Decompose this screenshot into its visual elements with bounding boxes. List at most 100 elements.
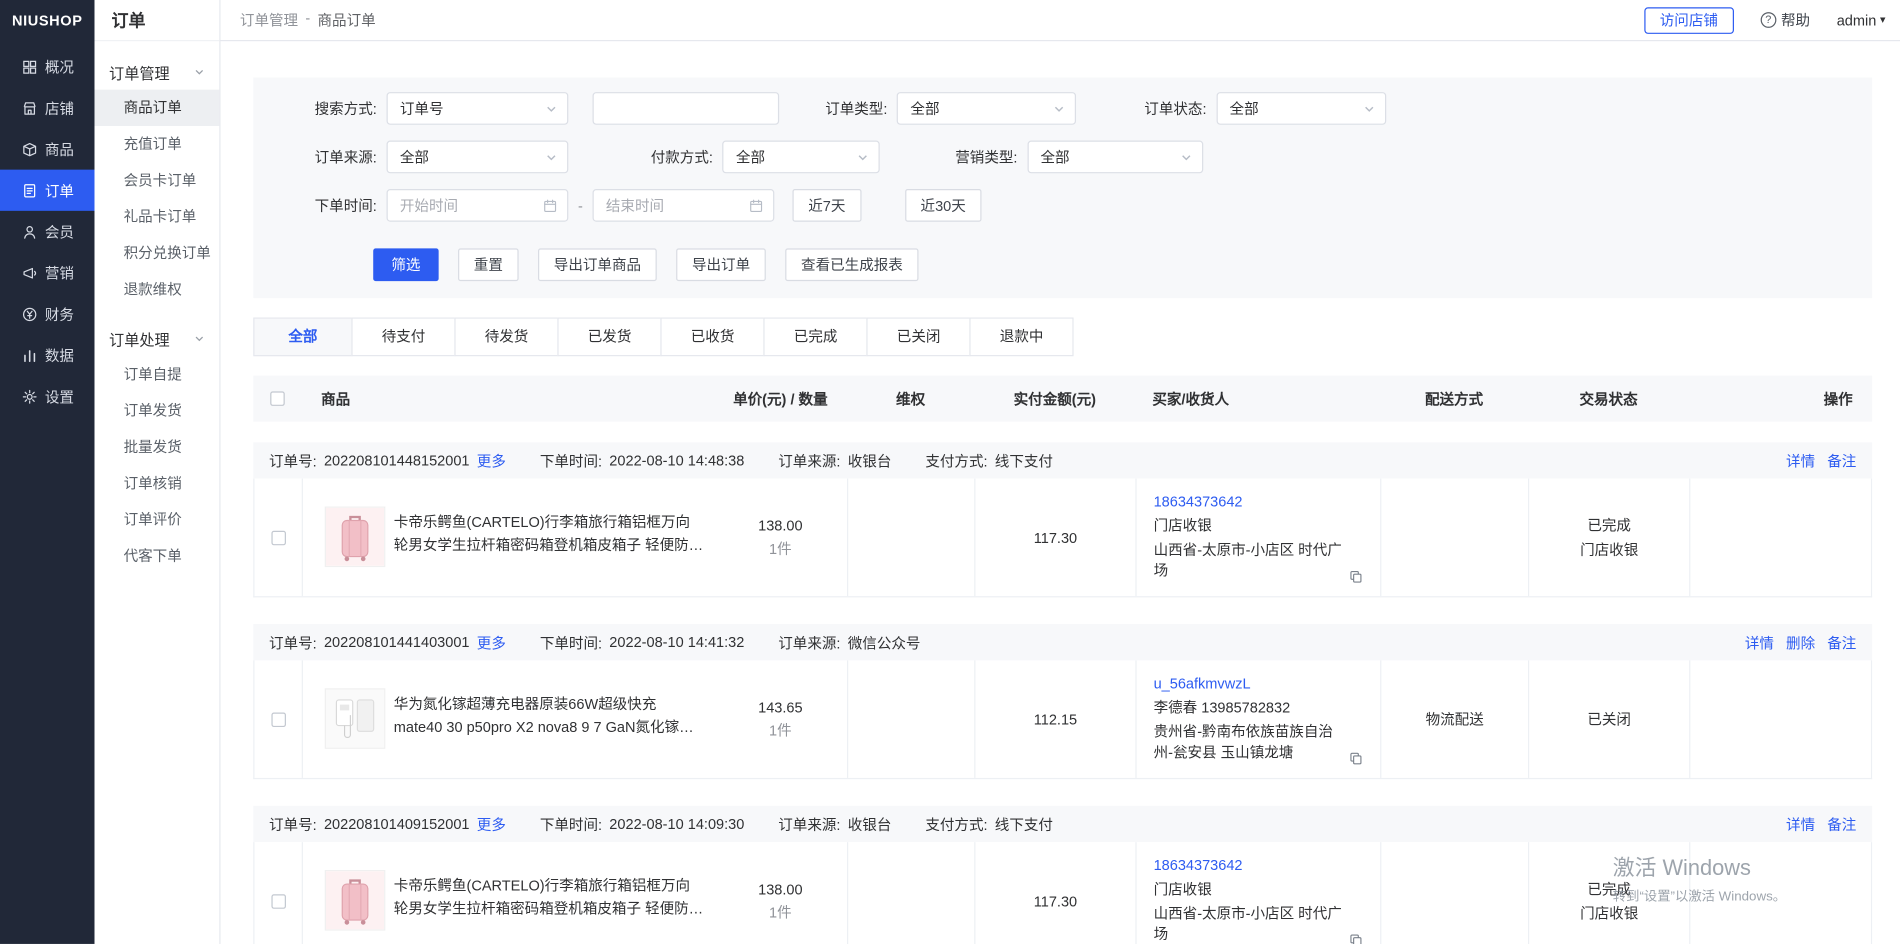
delivery-method: 物流配送: [1381, 660, 1529, 778]
export-order-goods-button[interactable]: 导出订单商品: [538, 248, 657, 281]
row-checkbox[interactable]: [271, 894, 286, 909]
sidebar-item-orders[interactable]: 订单: [0, 170, 95, 211]
detail-link[interactable]: 详情: [1745, 632, 1774, 653]
tab-refunding[interactable]: 退款中: [970, 317, 1074, 356]
sidebar-item-finance[interactable]: 财务: [0, 293, 95, 334]
order-status-select[interactable]: 全部: [1216, 92, 1386, 125]
tab-all[interactable]: 全部: [253, 317, 352, 356]
row-checkbox[interactable]: [271, 712, 286, 727]
keyword-input[interactable]: [593, 92, 780, 125]
order-time: 2022-08-10 14:41:32: [609, 634, 744, 651]
sidebar-item-label: 营销: [45, 262, 74, 283]
more-link[interactable]: 更多: [477, 450, 506, 471]
order-status-label: 订单状态:: [1144, 98, 1206, 119]
data-icon: [22, 347, 38, 363]
sidebar-item-goods[interactable]: 商品: [0, 128, 95, 169]
buyer-account-link[interactable]: u_56afkmvwzL: [1154, 674, 1349, 695]
visit-store-button[interactable]: 访问店铺: [1644, 7, 1734, 34]
submenu-item-order-delivery[interactable]: 订单发货: [95, 393, 220, 429]
submenu-item-order-pickup[interactable]: 订单自提: [95, 356, 220, 392]
submenu-item-order-review[interactable]: 订单评价: [95, 502, 220, 538]
remark-link[interactable]: 备注: [1827, 450, 1856, 471]
chevron-down-icon: [1363, 102, 1375, 114]
row-checkbox[interactable]: [271, 530, 286, 545]
order-type-select[interactable]: 全部: [897, 92, 1076, 125]
breadcrumb-section[interactable]: 订单管理: [240, 10, 298, 31]
submenu-group-order-management[interactable]: 订单管理: [95, 53, 220, 89]
submenu-item-gift-card-orders[interactable]: 礼品卡订单: [95, 199, 220, 235]
chevron-down-icon: [1053, 102, 1065, 114]
col-refund: 维权: [847, 388, 974, 409]
order-source-select[interactable]: 全部: [387, 141, 569, 174]
submenu-item-member-card-orders[interactable]: 会员卡订单: [95, 162, 220, 198]
trade-status-line: 门店收银: [1580, 539, 1638, 560]
copy-icon[interactable]: [1349, 933, 1364, 944]
question-icon: ?: [1760, 12, 1776, 28]
end-date-input[interactable]: 结束时间: [593, 189, 775, 222]
sidebar-item-store[interactable]: 店铺: [0, 87, 95, 128]
tab-closed[interactable]: 已关闭: [867, 317, 971, 356]
orders-list: 全部 待支付 待发货 已发货 已收货 已完成 已关闭 退款中 商品 单价(元) …: [253, 317, 1872, 943]
user-menu[interactable]: admin ▾: [1837, 12, 1886, 29]
pay-type-select[interactable]: 全部: [723, 141, 881, 174]
reset-button[interactable]: 重置: [458, 248, 519, 281]
submenu-item-refund-rights[interactable]: 退款维权: [95, 271, 220, 307]
order-pay: 线下支付: [995, 814, 1053, 835]
view-reports-button[interactable]: 查看已生成报表: [785, 248, 918, 281]
delete-link[interactable]: 删除: [1786, 632, 1815, 653]
detail-link[interactable]: 详情: [1786, 814, 1815, 835]
order-time: 2022-08-10 14:48:38: [609, 452, 744, 469]
trade-status: 已关闭: [1529, 660, 1690, 778]
order-card: 订单号: 202208101441403001 更多 下单时间: 2022-08…: [253, 624, 1872, 779]
buyer-account-link[interactable]: 18634373642: [1154, 855, 1349, 876]
quantity: 1件: [714, 719, 847, 740]
chevron-down-icon: [1180, 151, 1192, 163]
detail-link[interactable]: 详情: [1786, 450, 1815, 471]
order-pay-label: 支付方式:: [925, 450, 987, 471]
store-icon: [22, 100, 38, 116]
last-7-days-button[interactable]: 近7天: [792, 189, 861, 222]
more-link[interactable]: 更多: [477, 632, 506, 653]
remark-link[interactable]: 备注: [1827, 632, 1856, 653]
submenu-item-recharge-orders[interactable]: 充值订单: [95, 126, 220, 162]
copy-icon[interactable]: [1349, 751, 1364, 766]
export-orders-button[interactable]: 导出订单: [676, 248, 766, 281]
submenu-item-batch-delivery[interactable]: 批量发货: [95, 429, 220, 465]
delivery-method: [1381, 479, 1529, 597]
tab-completed[interactable]: 已完成: [763, 317, 867, 356]
select-all-checkbox[interactable]: [270, 391, 285, 406]
sidebar-item-data[interactable]: 数据: [0, 334, 95, 375]
submenu-group-order-processing[interactable]: 订单处理: [95, 320, 220, 356]
sidebar-item-overview[interactable]: 概况: [0, 46, 95, 87]
tab-shipped[interactable]: 已发货: [557, 317, 661, 356]
more-link[interactable]: 更多: [477, 814, 506, 835]
submenu-item-points-exchange-orders[interactable]: 积分兑换订单: [95, 235, 220, 271]
order-no-label: 订单号:: [269, 814, 317, 835]
sidebar-item-marketing[interactable]: 营销: [0, 252, 95, 293]
submenu-item-order-verification[interactable]: 订单核销: [95, 465, 220, 501]
order-row: 卡帝乐鳄鱼(CARTELO)行李箱旅行箱铝框万向轮男女学生拉杆箱密码箱登机箱皮箱…: [253, 479, 1872, 598]
sidebar-item-members[interactable]: 会员: [0, 211, 95, 252]
sidebar-item-settings[interactable]: 设置: [0, 376, 95, 417]
help-button[interactable]: ? 帮助: [1760, 10, 1810, 31]
main-sidebar: NIUSHOP 概况 店铺 商品 订单 会员: [0, 0, 95, 944]
start-date-input[interactable]: 开始时间: [387, 189, 569, 222]
chevron-down-icon: [194, 66, 205, 77]
order-card: 订单号: 202208101409152001 更多 下单时间: 2022-08…: [253, 806, 1872, 944]
last-30-days-button[interactable]: 近30天: [905, 189, 982, 222]
tab-pending-payment[interactable]: 待支付: [351, 317, 455, 356]
buyer-account-link[interactable]: 18634373642: [1154, 492, 1349, 513]
username: admin: [1837, 12, 1877, 29]
copy-icon[interactable]: [1349, 570, 1364, 585]
submenu-item-goods-orders[interactable]: 商品订单: [95, 90, 220, 126]
filter-button[interactable]: 筛选: [373, 248, 438, 281]
marketing-type-select[interactable]: 全部: [1027, 141, 1203, 174]
remark-link[interactable]: 备注: [1827, 814, 1856, 835]
order-time-label: 下单时间:: [540, 814, 602, 835]
calendar-icon: [543, 198, 558, 213]
tab-received[interactable]: 已收货: [660, 317, 764, 356]
order-source-label: 订单来源:: [778, 450, 840, 471]
submenu-item-valet-order[interactable]: 代客下单: [95, 538, 220, 574]
tab-pending-delivery[interactable]: 待发货: [454, 317, 558, 356]
search-mode-select[interactable]: 订单号: [387, 92, 569, 125]
